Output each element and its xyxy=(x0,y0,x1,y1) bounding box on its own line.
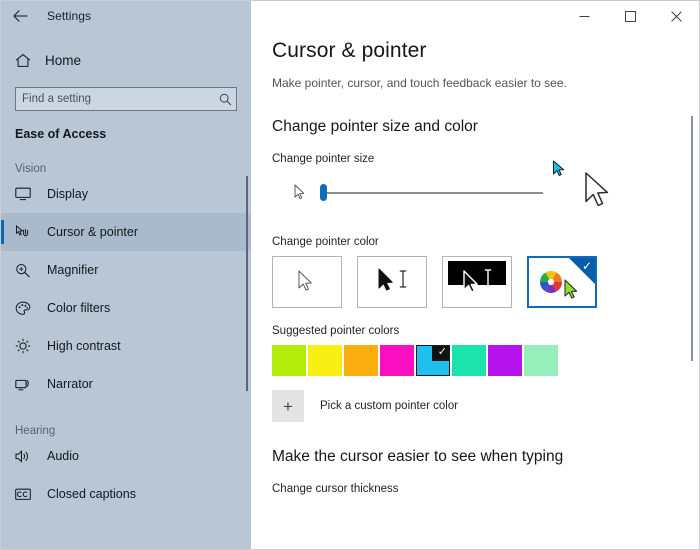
search-input[interactable] xyxy=(16,89,214,109)
sidebar-item-audio-label: Audio xyxy=(47,449,79,463)
swatch-spring-green[interactable] xyxy=(452,345,486,376)
sidebar-item-audio[interactable]: Audio xyxy=(1,437,251,475)
black-cursor-and-ibeam-icon xyxy=(378,268,407,291)
swatch-check-icon: ✓ xyxy=(437,346,447,358)
pointer-size-slider-row xyxy=(272,171,699,219)
back-arrow-icon xyxy=(13,10,28,22)
suggested-colors-row: ✓ xyxy=(272,345,699,376)
custom-color-row[interactable]: + Pick a custom pointer color xyxy=(272,390,699,422)
sidebar-item-high-contrast[interactable]: High contrast xyxy=(1,327,251,365)
sidebar-item-closed-captions-label: Closed captions xyxy=(47,487,136,501)
sidebar: Home Ease of Access Vision Display xyxy=(1,31,251,549)
swatch-orange[interactable] xyxy=(344,345,378,376)
main-content: Cursor & pointer Make pointer, cursor, a… xyxy=(251,31,699,549)
slider-label: Change pointer size xyxy=(272,153,375,165)
swatch-cyan[interactable]: ✓ xyxy=(416,345,450,376)
pointer-size-slider-track[interactable] xyxy=(325,192,543,194)
sidebar-group-label-vision: Vision xyxy=(15,163,47,175)
search-icon xyxy=(214,93,236,106)
section-heading-cursor-typing: Make the cursor easier to see when typin… xyxy=(272,448,564,465)
sidebar-item-color-filters-label: Color filters xyxy=(47,301,111,315)
sidebar-item-high-contrast-label: High contrast xyxy=(47,339,121,353)
swatch-lime[interactable] xyxy=(272,345,306,376)
narrator-icon xyxy=(15,377,39,392)
sidebar-item-magnifier[interactable]: Magnifier xyxy=(1,251,251,289)
home-icon xyxy=(15,53,37,68)
sidebar-home-label: Home xyxy=(45,52,82,68)
search-box[interactable] xyxy=(15,87,237,111)
inverted-pointer-option[interactable] xyxy=(442,256,512,308)
sidebar-item-home[interactable]: Home xyxy=(1,43,251,77)
app-title: Settings xyxy=(47,9,92,23)
sidebar-item-narrator-label: Narrator xyxy=(47,377,93,391)
suggested-colors-label: Suggested pointer colors xyxy=(272,325,400,337)
swatch-mint[interactable] xyxy=(524,345,558,376)
custom-color-label: Pick a custom pointer color xyxy=(320,400,459,412)
white-pointer-option[interactable] xyxy=(272,256,342,308)
black-pointer-option[interactable] xyxy=(357,256,427,308)
pointer-preview-small-icon xyxy=(294,184,307,206)
close-icon xyxy=(670,10,682,22)
minimize-button[interactable] xyxy=(561,1,607,31)
window-controls xyxy=(251,1,699,31)
sidebar-item-display[interactable]: Display xyxy=(1,175,251,213)
sidebar-item-cursor-pointer[interactable]: Cursor & pointer xyxy=(1,213,251,251)
swatch-purple[interactable] xyxy=(488,345,522,376)
swatch-yellow[interactable] xyxy=(308,345,342,376)
minimize-icon xyxy=(579,15,589,17)
magnifier-icon xyxy=(15,263,39,278)
cursor-hand-icon xyxy=(15,224,39,240)
pointer-color-label: Change pointer color xyxy=(272,236,379,248)
titlebar-left: Settings xyxy=(1,1,251,31)
closed-captions-icon xyxy=(15,488,39,501)
maximize-icon xyxy=(624,10,636,22)
sidebar-item-closed-captions[interactable]: Closed captions xyxy=(1,475,251,513)
section-heading-pointer-size-color: Change pointer size and color xyxy=(272,118,478,135)
pointer-color-options: ✓ xyxy=(272,256,699,308)
palette-icon xyxy=(15,301,39,316)
pointer-size-slider-thumb[interactable] xyxy=(320,184,327,201)
page-title: Cursor & pointer xyxy=(272,39,427,62)
maximize-button[interactable] xyxy=(607,1,653,31)
sidebar-scrollbar[interactable] xyxy=(246,176,248,391)
swatch-magenta[interactable] xyxy=(380,345,414,376)
sidebar-item-color-filters[interactable]: Color filters xyxy=(1,289,251,327)
cursor-thickness-label: Change cursor thickness xyxy=(272,483,399,495)
back-button[interactable] xyxy=(1,1,41,31)
white-cursor-icon xyxy=(298,270,312,291)
pointer-preview-large-icon xyxy=(584,171,612,216)
custom-color-pointer-option[interactable]: ✓ xyxy=(527,256,597,308)
plus-icon[interactable]: + xyxy=(272,390,304,422)
page-subtitle: Make pointer, cursor, and touch feedback… xyxy=(272,76,567,90)
sidebar-item-cursor-pointer-label: Cursor & pointer xyxy=(47,225,139,239)
color-wheel-icon xyxy=(540,271,562,293)
monitor-icon xyxy=(15,187,39,201)
inverted-cursor-and-ibeam-icon xyxy=(463,269,492,293)
brightness-icon xyxy=(15,338,39,354)
titlebar: Settings xyxy=(1,1,699,31)
close-button[interactable] xyxy=(653,1,699,31)
sidebar-category-title: Ease of Access xyxy=(15,127,107,141)
sidebar-item-display-label: Display xyxy=(47,187,88,201)
speaker-icon xyxy=(15,449,39,464)
settings-window: Settings Home Find a setting Ease of Acc… xyxy=(0,0,700,550)
sidebar-item-narrator[interactable]: Narrator xyxy=(1,365,251,403)
sidebar-group-label-hearing: Hearing xyxy=(15,425,56,437)
selected-check-icon: ✓ xyxy=(581,259,592,273)
main-scrollbar[interactable] xyxy=(691,116,693,361)
sidebar-item-magnifier-label: Magnifier xyxy=(47,263,99,277)
